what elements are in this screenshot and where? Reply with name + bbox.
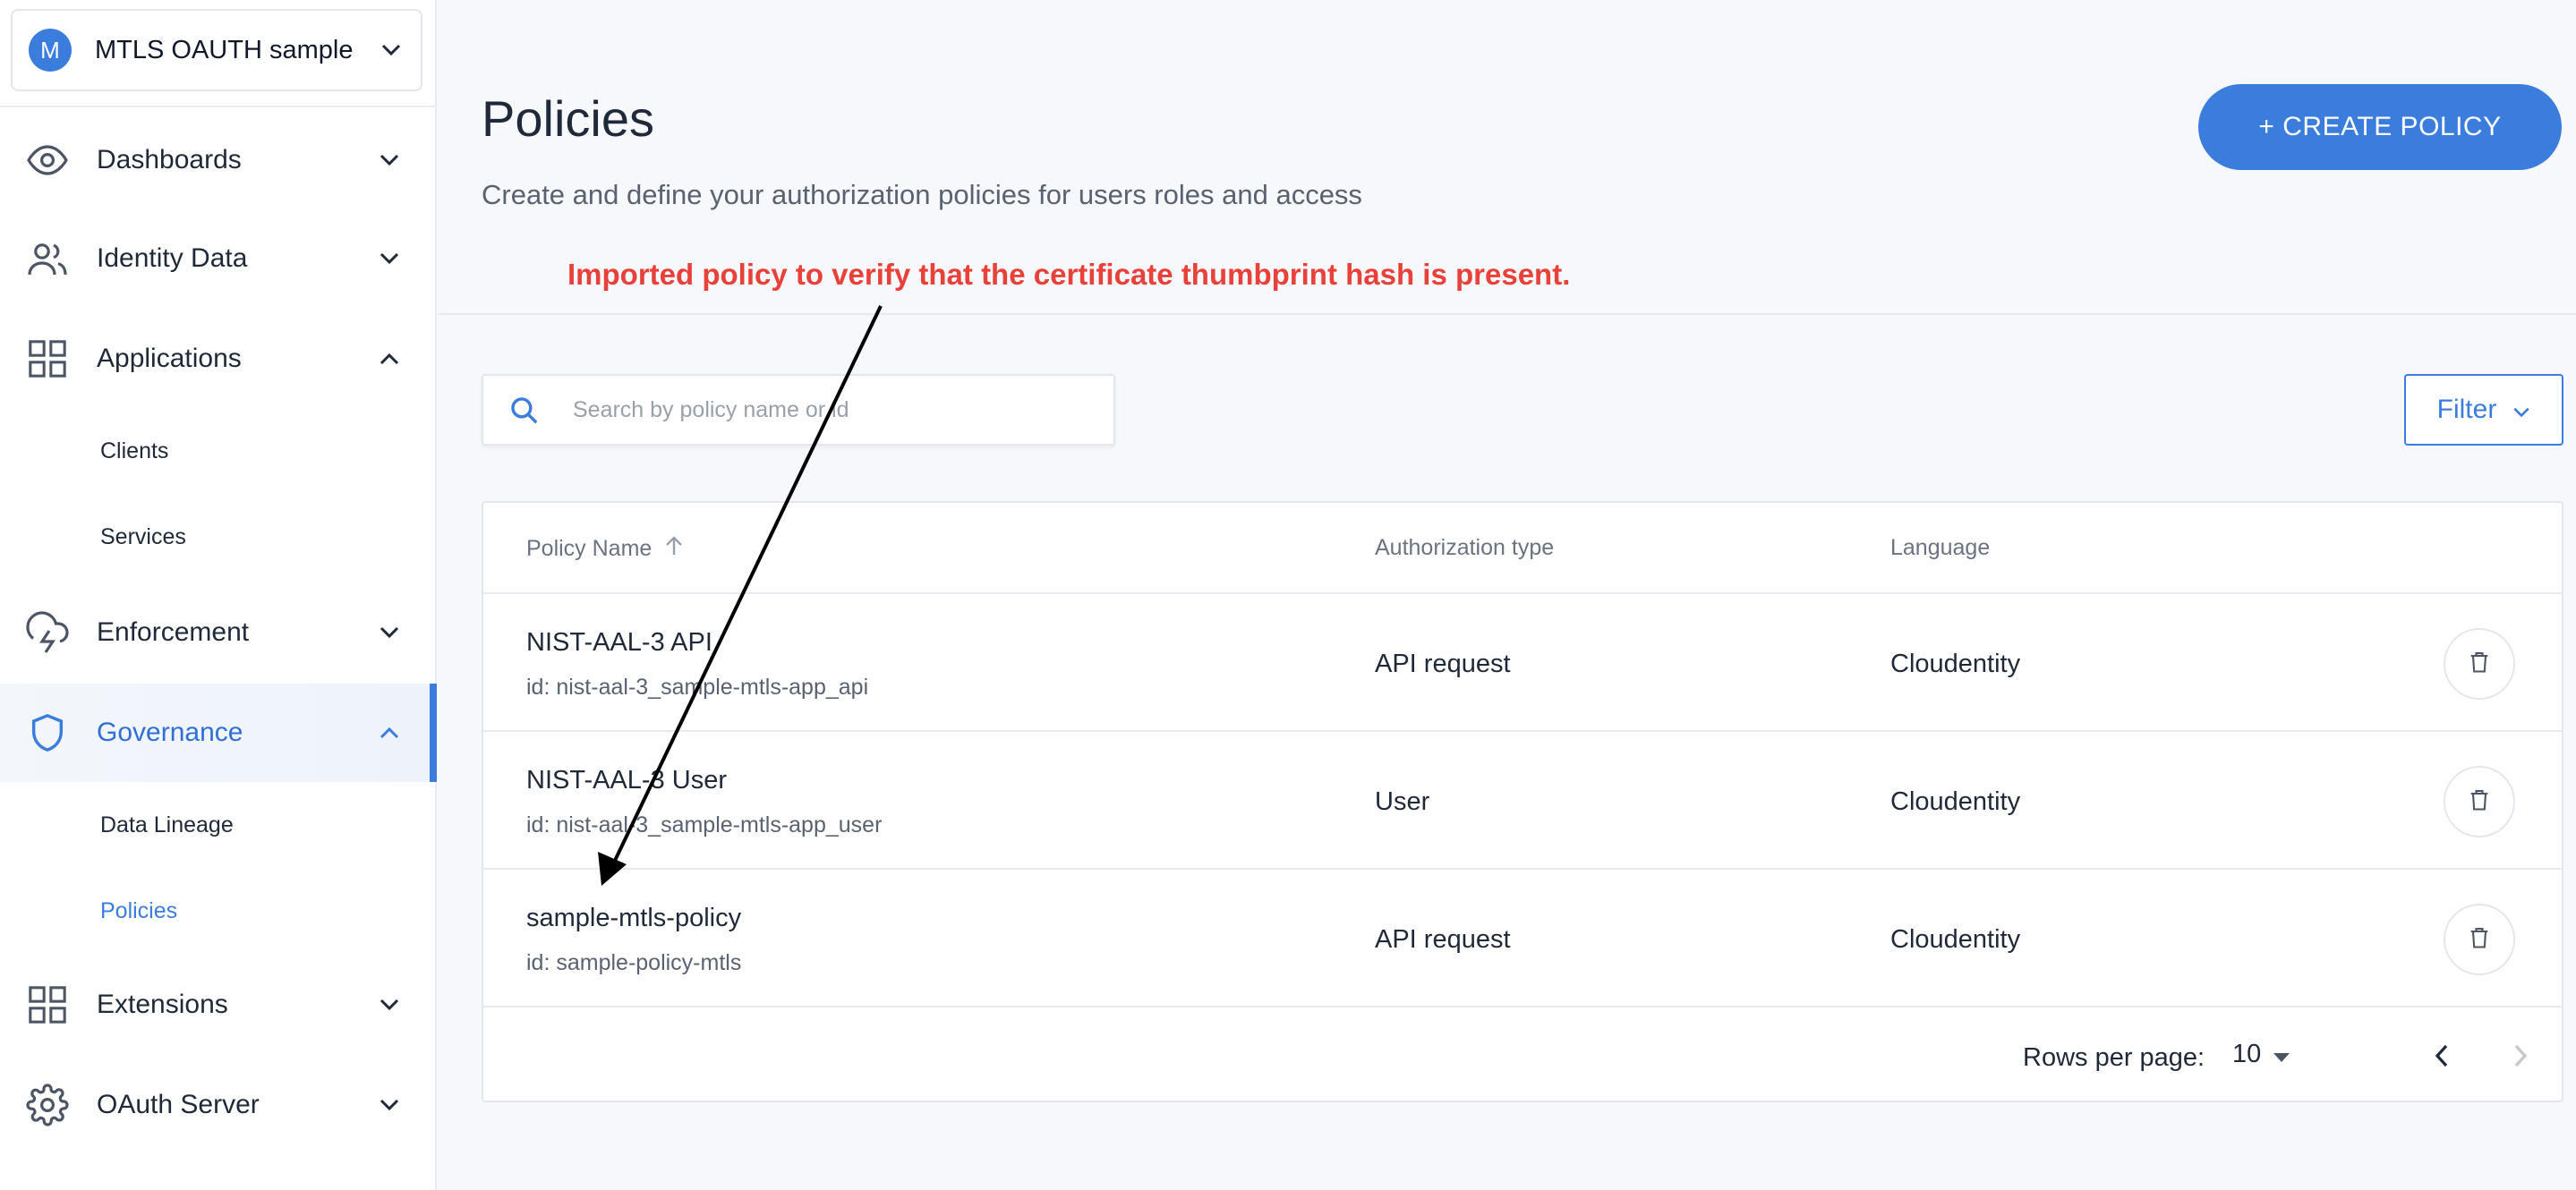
chevron-down-icon: [378, 37, 405, 64]
sidebar-item-label: Enforcement: [97, 617, 250, 647]
sidebar-item-label: Governance: [97, 718, 243, 747]
grid-icon: [25, 336, 70, 381]
chevron-down-icon: [376, 1092, 403, 1118]
create-policy-button[interactable]: + CREATE POLICY: [2198, 84, 2562, 170]
trash-icon: [2467, 787, 2492, 817]
rows-per-page-select[interactable]: 10: [2232, 1040, 2290, 1069]
chevron-up-icon: [376, 719, 403, 746]
policy-authorization-type: API request: [1375, 925, 1511, 954]
filter-button[interactable]: Filter: [2404, 374, 2563, 446]
search-icon: [507, 393, 541, 427]
gear-icon: [25, 1083, 70, 1127]
table-row[interactable]: NIST-AAL-3 API id: nist-aal-3_sample-mtl…: [483, 594, 2562, 732]
chevron-up-icon: [376, 345, 403, 372]
users-icon: [25, 236, 70, 281]
chevron-down-icon: [2512, 395, 2530, 425]
filter-label: Filter: [2436, 395, 2497, 424]
sidebar-item-label: OAuth Server: [97, 1090, 260, 1119]
eye-icon: [25, 138, 70, 183]
sidebar-subitem-policies[interactable]: Policies: [100, 898, 177, 924]
sidebar-item-label: Extensions: [97, 990, 228, 1019]
trash-icon: [2467, 650, 2492, 679]
pagination: Rows per page: 10: [483, 1004, 2562, 1102]
table-row[interactable]: sample-mtls-policy id: sample-policy-mtl…: [483, 870, 2562, 1007]
sidebar-subitem-services[interactable]: Services: [100, 524, 186, 550]
grid-icon: [25, 982, 70, 1027]
policy-language: Cloudentity: [1890, 650, 2021, 678]
workspace-divider: [0, 106, 437, 107]
cloud-lightning-icon: [25, 610, 70, 655]
search-input[interactable]: [573, 396, 1074, 423]
trash-icon: [2467, 925, 2492, 955]
policy-authorization-type: API request: [1375, 650, 1511, 678]
sidebar-subitem-data-lineage[interactable]: Data Lineage: [100, 812, 234, 838]
workspace-selector[interactable]: M MTLS OAUTH sample: [11, 9, 422, 91]
policy-id: id: nist-aal-3_sample-mtls-app_api: [526, 675, 869, 700]
policies-table: Policy Name Authorization type Language …: [482, 501, 2563, 1102]
sidebar-item-dashboards[interactable]: Dashboards: [0, 111, 437, 209]
delete-policy-button[interactable]: [2444, 628, 2515, 700]
sidebar-item-identity-data[interactable]: Identity Data: [0, 209, 437, 308]
column-header-language[interactable]: Language: [1890, 535, 1990, 561]
main-content: Policies Create and define your authoriz…: [439, 0, 2576, 1190]
policy-id: id: sample-policy-mtls: [526, 950, 742, 975]
chevron-down-icon: [376, 147, 403, 174]
sidebar-item-label: Identity Data: [97, 243, 248, 273]
chevron-right-icon: [2513, 1044, 2528, 1072]
policy-language: Cloudentity: [1890, 925, 2021, 954]
sort-arrow-up-icon: [664, 535, 684, 563]
sidebar-item-oauth-server[interactable]: OAuth Server: [0, 1056, 437, 1154]
policy-name[interactable]: sample-mtls-policy: [526, 904, 741, 933]
page-subtitle: Create and define your authorization pol…: [482, 179, 1362, 210]
column-header-authorization-type[interactable]: Authorization type: [1375, 535, 1554, 561]
policy-language: Cloudentity: [1890, 787, 2021, 816]
policy-name[interactable]: NIST-AAL-3 User: [526, 766, 727, 795]
shield-icon: [25, 710, 70, 755]
sidebar: M MTLS OAUTH sample Dashboards Identity …: [0, 0, 437, 1190]
page-title: Policies: [482, 90, 654, 147]
table-row[interactable]: NIST-AAL-3 User id: nist-aal-3_sample-mt…: [483, 732, 2562, 870]
chevron-down-icon: [376, 245, 403, 272]
rows-per-page-label: Rows per page:: [2023, 1043, 2205, 1072]
delete-policy-button[interactable]: [2444, 904, 2515, 975]
next-page-button[interactable]: [2503, 1040, 2538, 1075]
policy-id: id: nist-aal-3_sample-mtls-app_user: [526, 812, 883, 837]
sidebar-item-governance[interactable]: Governance: [0, 684, 437, 782]
sidebar-item-label: Dashboards: [97, 145, 242, 174]
page-header: Policies Create and define your authoriz…: [439, 0, 2576, 315]
sidebar-item-enforcement[interactable]: Enforcement: [0, 583, 437, 682]
chevron-down-icon: [376, 991, 403, 1018]
table-header: Policy Name Authorization type Language: [483, 503, 2562, 594]
annotation-text: Imported policy to verify that the certi…: [567, 258, 1571, 291]
workspace-avatar: M: [29, 29, 72, 72]
workspace-name: MTLS OAUTH sample: [95, 35, 354, 64]
policy-name[interactable]: NIST-AAL-3 API: [526, 628, 712, 658]
column-header-label: Policy Name: [526, 536, 653, 561]
search-box[interactable]: [482, 374, 1115, 446]
chevron-left-icon: [2435, 1044, 2449, 1072]
column-header-policy-name[interactable]: Policy Name: [526, 535, 684, 563]
sidebar-item-applications[interactable]: Applications: [0, 310, 437, 408]
delete-policy-button[interactable]: [2444, 766, 2515, 837]
active-indicator: [430, 684, 437, 782]
chevron-down-icon: [376, 619, 403, 646]
caret-down-icon: [2273, 1040, 2290, 1069]
previous-page-button[interactable]: [2424, 1040, 2460, 1075]
sidebar-item-extensions[interactable]: Extensions: [0, 956, 437, 1054]
sidebar-item-label: Applications: [97, 344, 242, 373]
rows-per-page-value: 10: [2232, 1040, 2262, 1068]
policy-authorization-type: User: [1375, 787, 1430, 816]
sidebar-subitem-clients[interactable]: Clients: [100, 438, 168, 464]
